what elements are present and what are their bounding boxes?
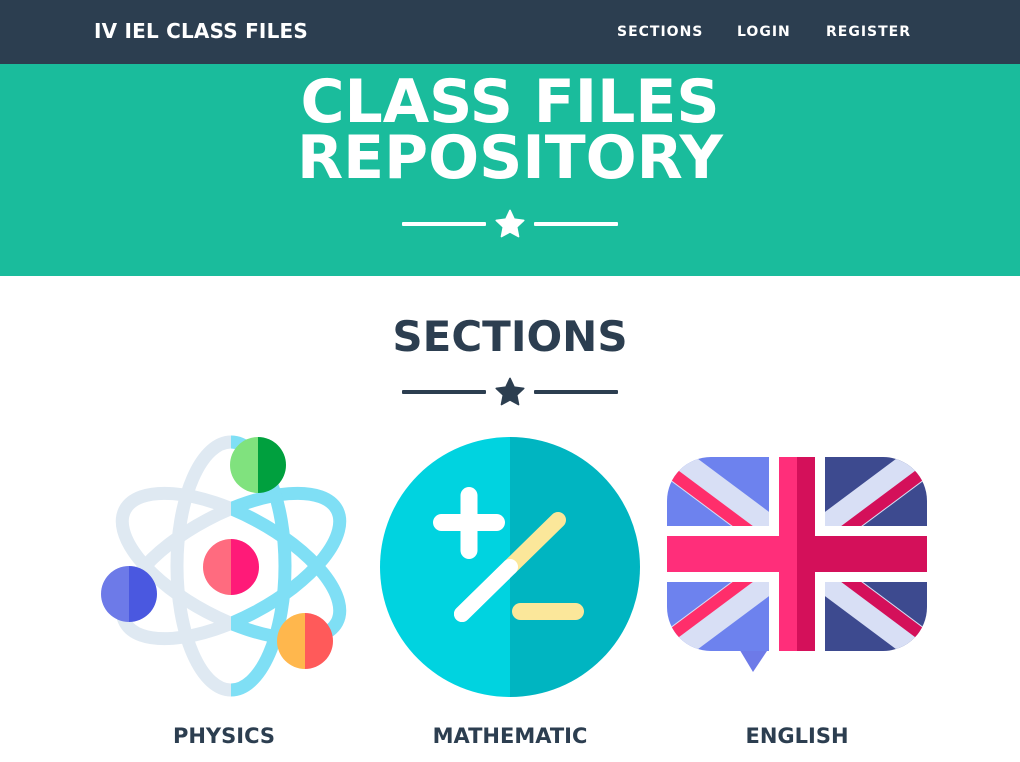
masthead-heading: CLASS FILES REPOSITORY: [0, 72, 1020, 188]
divider-line-right: [534, 390, 618, 394]
section-card-english[interactable]: ENGLISH: [665, 432, 929, 762]
navbar: IV IEL CLASS FILES SECTIONS LOGIN REGIST…: [0, 0, 1020, 64]
section-card-mathematic[interactable]: MATHEMATIC: [378, 432, 642, 762]
masthead: CLASS FILES REPOSITORY: [0, 64, 1020, 276]
nav-link-sections[interactable]: SECTIONS: [617, 24, 703, 40]
sections-divider: [402, 376, 618, 408]
section-label-mathematic: MATHEMATIC: [432, 724, 588, 748]
masthead-heading-line2: REPOSITORY: [296, 123, 723, 193]
divider-line-right: [534, 222, 618, 226]
section-label-english: ENGLISH: [745, 724, 849, 748]
section-label-physics: PHYSICS: [172, 724, 276, 748]
masthead-divider: [402, 208, 618, 240]
nav-link-register[interactable]: REGISTER: [826, 24, 911, 40]
brand-link[interactable]: IV IEL CLASS FILES: [94, 19, 308, 43]
star-icon: [495, 209, 525, 238]
divider-line-left: [402, 222, 486, 226]
plus-minus-icon: [380, 437, 640, 697]
section-card-physics[interactable]: PHYSICS: [92, 432, 356, 762]
uk-flag-speech-bubble-icon: [667, 457, 927, 672]
atom-icon: [101, 435, 347, 697]
divider-line-left: [402, 390, 486, 394]
sections-heading: SECTIONS: [392, 312, 628, 361]
star-icon: [495, 377, 525, 406]
nav-link-login[interactable]: LOGIN: [737, 24, 791, 40]
